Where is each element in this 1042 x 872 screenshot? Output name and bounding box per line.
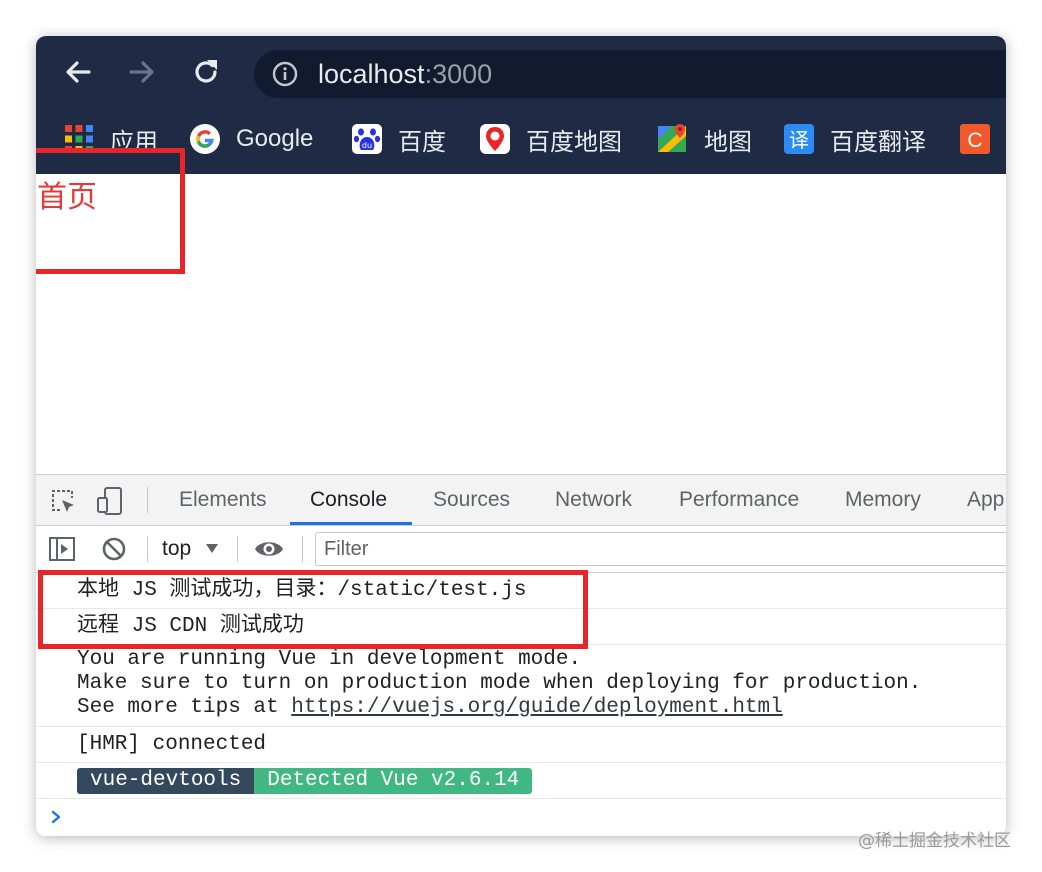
vue-version-badge: Detected Vue v2.6.14	[254, 768, 533, 794]
active-tab-indicator	[290, 522, 412, 525]
console-prompt-icon[interactable]	[48, 809, 64, 825]
back-arrow-icon[interactable]	[62, 56, 94, 88]
clear-console-icon[interactable]	[102, 537, 126, 561]
tab-application[interactable]: App	[967, 475, 1004, 525]
translate-glyph: 译	[789, 128, 809, 152]
url-text[interactable]: localhost:3000	[318, 58, 492, 90]
warning-line: Make sure to turn on production mode whe…	[77, 672, 922, 695]
bookmark-baidu-map[interactable]: 百度地图	[480, 122, 622, 156]
c-glyph: C	[967, 129, 982, 152]
forward-arrow-icon[interactable]	[126, 56, 158, 88]
bookmark-maps[interactable]: 地图	[658, 122, 752, 156]
baidu-paw-icon: du	[352, 124, 382, 154]
google-maps-icon	[658, 124, 686, 152]
reload-icon[interactable]	[190, 56, 222, 88]
inspect-element-icon[interactable]	[50, 488, 76, 514]
console-filter-input[interactable]	[315, 532, 1006, 566]
bookmark-baidu[interactable]: du 百度	[352, 122, 446, 156]
url-host: localhost	[318, 59, 425, 89]
url-port: :3000	[424, 59, 493, 89]
bookmark-label: 百度地图	[526, 128, 622, 156]
bookmark-baidu-translate[interactable]: 译 百度翻译	[784, 122, 926, 156]
watermark: @稀土掘金技术社区	[858, 831, 1011, 851]
toolbar-divider	[237, 536, 238, 562]
bookmark-google[interactable]: Google	[190, 122, 313, 156]
console-toolbar: top	[36, 526, 1006, 573]
warning-text: See more tips at	[77, 696, 292, 719]
bookmark-c[interactable]: C	[960, 122, 990, 156]
browser-window: localhost:3000 应用 Google du 百度 百度地图 地图 译…	[36, 36, 1006, 836]
baidu-translate-icon: 译	[784, 124, 814, 154]
baidu-du-text: du	[362, 141, 372, 150]
highlight-box-console	[38, 570, 588, 649]
tab-network[interactable]: Network	[555, 475, 632, 525]
tab-performance[interactable]: Performance	[679, 475, 799, 525]
bookmark-label: 百度	[398, 128, 446, 156]
warning-line: You are running Vue in development mode.	[77, 648, 582, 671]
warning-line: See more tips at https://vuejs.org/guide…	[77, 696, 1006, 720]
vue-devtools-message: vue-devtools Detected Vue v2.6.14	[36, 763, 1006, 799]
eye-icon[interactable]	[254, 538, 284, 560]
address-bar[interactable]: localhost:3000	[254, 50, 1006, 98]
context-selector[interactable]: top	[162, 536, 191, 562]
bookmark-label: Google	[236, 125, 314, 152]
toolbar-divider	[147, 487, 148, 513]
toolbar-divider	[147, 536, 148, 562]
devtools-panel: Elements Console Sources Network Perform…	[36, 474, 1006, 836]
sidebar-toggle-icon[interactable]	[49, 537, 75, 561]
chevron-down-icon[interactable]	[206, 544, 218, 553]
toolbar-divider	[302, 536, 303, 562]
device-toolbar-icon[interactable]	[96, 486, 124, 516]
tab-sources[interactable]: Sources	[433, 475, 510, 525]
vue-devtools-badge: vue-devtools	[77, 768, 255, 794]
browser-toolbar: localhost:3000	[36, 36, 1006, 108]
c-letter-icon: C	[960, 124, 990, 154]
baidu-map-icon	[480, 124, 510, 154]
google-icon	[190, 124, 220, 154]
bookmark-label: 地图	[704, 128, 752, 156]
tab-console[interactable]: Console	[310, 475, 387, 525]
bookmark-label: 百度翻译	[830, 128, 926, 156]
tab-elements[interactable]: Elements	[179, 475, 267, 525]
devtools-tabbar: Elements Console Sources Network Perform…	[36, 475, 1006, 526]
highlight-box-home	[36, 148, 185, 274]
tab-memory[interactable]: Memory	[845, 475, 921, 525]
vue-dev-warning: You are running Vue in development mode.…	[36, 645, 1006, 727]
info-icon[interactable]	[272, 61, 298, 87]
console-message: [HMR] connected	[36, 727, 1006, 763]
deployment-doc-link[interactable]: https://vuejs.org/guide/deployment.html	[291, 696, 782, 719]
